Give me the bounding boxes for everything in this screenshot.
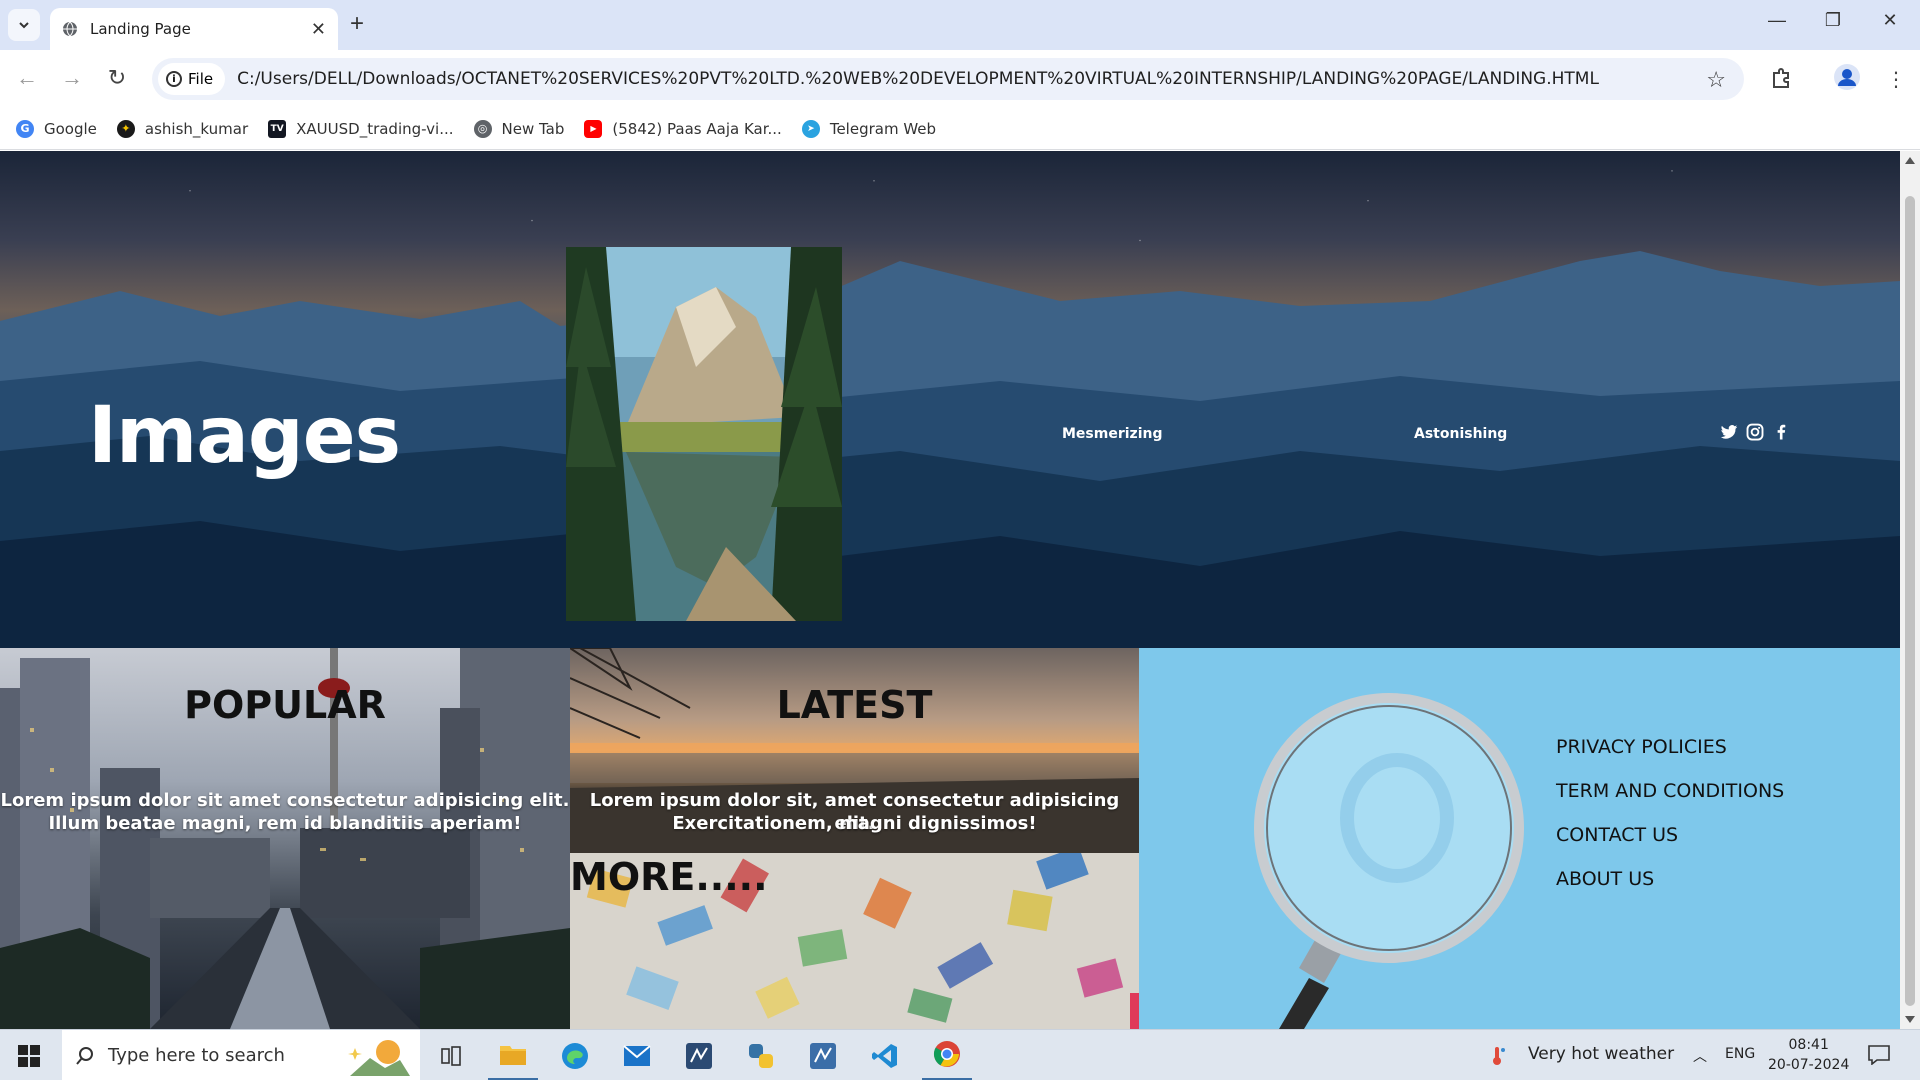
forward-icon[interactable]: → (57, 65, 87, 91)
globe-icon: ◎ (473, 119, 492, 138)
bookmark-label: ashish_kumar (144, 119, 249, 138)
taskbar-clock[interactable]: 08:41 20-07-2024 (1768, 1035, 1849, 1075)
browser-toolbar: ← → ↻ i File C:/Users/DELL/Downloads/OCT… (0, 50, 1920, 108)
latest-title: LATEST (776, 683, 933, 727)
bookmark-telegram[interactable]: ➤ Telegram Web (801, 119, 937, 138)
tradingview-icon: TV (268, 119, 287, 138)
weather-text[interactable]: Very hot weather (1528, 1044, 1674, 1064)
tab-title: Landing Page (90, 20, 191, 38)
scrollbar-thumb[interactable] (1905, 196, 1915, 1006)
url-text[interactable]: C:/Users/DELL/Downloads/OCTANET%20SERVIC… (237, 69, 1599, 89)
extensions-icon[interactable] (1770, 67, 1792, 89)
reload-icon[interactable]: ↻ (102, 65, 132, 91)
notification-center-icon[interactable] (1868, 1045, 1890, 1065)
globe-icon (63, 21, 77, 37)
site-info-label: File (188, 70, 214, 88)
footer-links-panel: PRIVACY POLICIES TERM AND CONDITIONS CON… (1139, 648, 1900, 1029)
bookmark-label: Google (44, 119, 97, 138)
link-about-us[interactable]: ABOUT US (1556, 868, 1654, 890)
popular-card[interactable]: POPULAR Lorem ipsum dolor sit amet conse… (0, 648, 570, 1029)
mysql-workbench-icon[interactable] (674, 1030, 724, 1080)
search-icon (76, 1046, 93, 1065)
bookmark-new-tab[interactable]: ◎ New Tab (473, 119, 565, 138)
back-icon[interactable]: ← (12, 65, 42, 91)
mountain-lake-photo (566, 247, 842, 621)
nav-link-mesmerizing[interactable]: Mesmerizing (1062, 426, 1162, 442)
python-icon[interactable] (736, 1030, 786, 1080)
taskbar-search-box[interactable]: Type here to search (62, 1030, 420, 1080)
tab-strip: Landing Page ✕ + — ❐ ✕ (0, 0, 1920, 50)
popular-text-line1: Lorem ipsum dolor sit amet consectetur a… (0, 790, 570, 811)
link-terms-and-conditions[interactable]: TERM AND CONDITIONS (1556, 780, 1784, 802)
link-privacy-policies[interactable]: PRIVACY POLICIES (1556, 736, 1727, 758)
scroll-up-icon[interactable] (1905, 157, 1915, 164)
close-tab-icon[interactable]: ✕ (311, 19, 326, 40)
instagram-icon[interactable] (1746, 423, 1764, 441)
new-tab-button[interactable]: + (350, 12, 364, 36)
task-view-icon[interactable] (426, 1030, 476, 1080)
more-card[interactable]: MORE..... (570, 853, 1139, 1029)
more-title[interactable]: MORE..... (570, 855, 768, 899)
bookmarks-bar: G Google ✦ ashish_kumar TV XAUUSD_tradin… (0, 108, 1920, 150)
clock-time: 08:41 (1788, 1037, 1829, 1053)
profile-icon: ✦ (116, 119, 135, 138)
popular-title: POPULAR (184, 683, 386, 727)
page-viewport: Images Mesmerizing Astonishing POPULAR L… (0, 151, 1900, 1029)
tray-chevron-up-icon[interactable]: ︿ (1693, 1046, 1707, 1066)
language-indicator[interactable]: ENG (1725, 1046, 1755, 1062)
bookmark-youtube[interactable]: ▶ (5842) Paas Aaja Kar... (584, 119, 782, 138)
bookmark-label: (5842) Paas Aaja Kar... (612, 119, 782, 138)
windows-start-icon[interactable] (18, 1045, 40, 1067)
vscode-icon[interactable] (860, 1030, 910, 1080)
chrome-icon[interactable] (922, 1030, 972, 1080)
scroll-down-icon[interactable] (1905, 1016, 1915, 1023)
bookmark-label: XAUUSD_trading-vi... (296, 119, 454, 138)
nav-link-astonishing[interactable]: Astonishing (1414, 426, 1507, 442)
link-contact-us[interactable]: CONTACT US (1556, 824, 1678, 846)
mysql-shell-icon[interactable] (798, 1030, 848, 1080)
menu-kebab-icon[interactable]: ⋮ (1886, 67, 1906, 92)
google-icon: G (16, 119, 34, 138)
hero-title: Images (88, 391, 401, 481)
site-info-chip[interactable]: i File (158, 63, 226, 95)
search-placeholder: Type here to search (108, 1045, 285, 1066)
twitter-icon[interactable] (1720, 423, 1738, 441)
popular-text-line2: Illum beatae magni, rem id blanditiis ap… (48, 813, 522, 834)
facebook-icon[interactable] (1772, 423, 1790, 441)
clock-date: 20-07-2024 (1768, 1057, 1850, 1073)
bookmark-label: New Tab (501, 119, 565, 138)
chevron-down-icon (19, 22, 29, 29)
file-explorer-icon[interactable] (488, 1030, 538, 1080)
mail-icon[interactable] (612, 1030, 662, 1080)
tab-search-button[interactable] (8, 9, 40, 41)
magnifying-glass-image (1254, 693, 1524, 1029)
page-scrollbar[interactable] (1900, 151, 1920, 1029)
restore-icon[interactable]: ❐ (1818, 10, 1848, 31)
bookmark-xauusd[interactable]: TV XAUUSD_trading-vi... (268, 119, 454, 138)
hero-section: Images Mesmerizing Astonishing (0, 151, 1900, 648)
windows-taskbar: Type here to search Very hot weather ︿ E… (0, 1029, 1920, 1080)
bookmark-star-icon[interactable]: ☆ (1706, 67, 1726, 93)
weather-thermometer-icon (1493, 1047, 1505, 1065)
address-bar[interactable]: i File C:/Users/DELL/Downloads/OCTANET%2… (152, 58, 1744, 100)
bookmark-ashish-kumar[interactable]: ✦ ashish_kumar (116, 119, 249, 138)
minimize-icon[interactable]: — (1762, 10, 1792, 31)
latest-card[interactable]: LATEST Lorem ipsum dolor sit, amet conse… (570, 648, 1139, 853)
search-highlight-icon (348, 1040, 410, 1076)
profile-avatar-icon[interactable] (1834, 64, 1860, 90)
info-icon: i (166, 71, 182, 87)
close-window-icon[interactable]: ✕ (1875, 10, 1905, 31)
edge-browser-icon[interactable] (550, 1030, 600, 1080)
telegram-icon: ➤ (801, 119, 820, 138)
youtube-icon: ▶ (584, 119, 603, 138)
bookmark-google[interactable]: G Google (16, 119, 97, 138)
bookmark-label: Telegram Web (829, 119, 937, 138)
latest-text-line2: Exercitationem, magni dignissimos! (672, 813, 1037, 834)
tab-landing-page[interactable]: Landing Page ✕ (50, 8, 338, 50)
